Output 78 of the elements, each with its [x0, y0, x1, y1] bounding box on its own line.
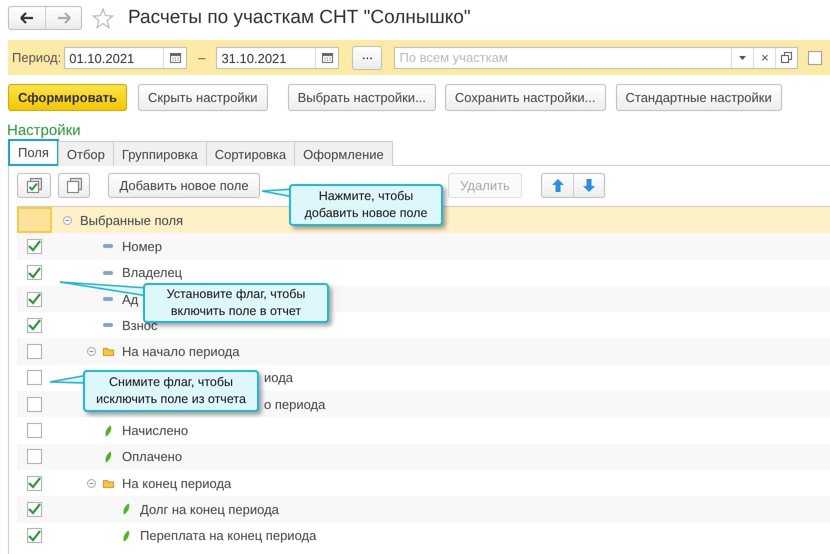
up-arrow-icon [552, 178, 564, 192]
leaf-icon [104, 424, 112, 437]
callout: Установите флаг, чтобы включить поле в отчет [143, 283, 329, 323]
section-title: Настройки [7, 122, 82, 139]
check-icon [28, 477, 41, 490]
checkbox[interactable] [27, 449, 42, 464]
checkbox[interactable] [27, 238, 42, 254]
collapse-icon[interactable] [86, 478, 96, 488]
leaf-icon [122, 530, 130, 542]
uncheck-all-icon [66, 178, 82, 192]
field-label: Период: [12, 50, 62, 65]
forward-arrow-icon [56, 12, 70, 24]
checkbox[interactable] [27, 292, 42, 307]
field-name[interactable]: Долг на конец периода [140, 502, 279, 517]
check-all-button[interactable] [17, 172, 51, 198]
collapse-icon[interactable] [86, 347, 96, 356]
tab[interactable]: Отбор [58, 141, 114, 166]
choose-period-button[interactable]: ... [352, 46, 382, 70]
folder-icon [102, 478, 114, 488]
plots-field[interactable]: По всем участкам × [394, 46, 798, 68]
checkbox[interactable] [27, 423, 42, 438]
check-icon [28, 503, 41, 516]
open-window-icon[interactable] [781, 52, 792, 63]
tab[interactable]: Оформление [294, 141, 393, 166]
field-icon [103, 323, 113, 328]
check-all-icon [26, 178, 42, 192]
window-title: Расчеты по участкам СНТ "Солнышко" [128, 7, 471, 29]
callout: Снимите флаг, чтобы исключить поле из отчета [83, 370, 259, 412]
checkbox[interactable] [27, 370, 42, 386]
check-icon [28, 319, 41, 332]
checkbox[interactable] [27, 344, 42, 360]
field-name[interactable]: Номер [122, 238, 162, 254]
checkbox[interactable] [27, 476, 42, 491]
tab[interactable]: Сортировка [206, 141, 296, 166]
field-name[interactable]: иода [264, 370, 294, 386]
tab[interactable]: Группировка [112, 141, 207, 166]
dropdown-caret-icon[interactable] [739, 56, 746, 60]
settings-button[interactable]: Сохранить настройки... [444, 84, 606, 111]
checkbox[interactable] [808, 50, 822, 64]
checkbox[interactable] [27, 502, 42, 517]
field-name[interactable]: Переплата на конец периода [140, 528, 316, 544]
checkbox[interactable] [27, 528, 42, 544]
star-icon[interactable] [92, 8, 114, 28]
generate-button[interactable]: Сформировать [8, 84, 128, 111]
checkbox[interactable] [27, 396, 42, 412]
callout: Нажмите, чтобы добавить новое поле [289, 184, 443, 226]
field-icon [103, 270, 113, 275]
field-name[interactable]: Оплачено [122, 449, 182, 464]
tab[interactable]: Поля [8, 139, 59, 166]
folder-icon [102, 347, 114, 356]
clear-button[interactable]: × [761, 50, 769, 65]
field-name[interactable]: о периода [264, 396, 326, 412]
check-icon [28, 530, 41, 542]
field-name[interactable]: Начислено [122, 423, 188, 438]
back-arrow-icon [20, 12, 34, 24]
group-label[interactable]: На конец периода [122, 476, 232, 491]
selection-cell [17, 207, 52, 234]
check-icon [28, 240, 41, 252]
group-label[interactable]: На начало периода [122, 344, 240, 360]
group-label[interactable]: Выбранные поля [80, 212, 184, 228]
leaf-icon [122, 503, 130, 516]
down-arrow-icon [583, 178, 595, 192]
check-icon [28, 266, 41, 279]
checkbox[interactable] [27, 318, 42, 333]
uncheck-all-button[interactable] [58, 172, 90, 198]
checkbox[interactable] [27, 265, 42, 280]
field-icon [103, 244, 113, 248]
settings-button[interactable]: Скрыть настройки [138, 84, 268, 111]
field-icon [103, 297, 113, 302]
add-field-button[interactable]: Добавить новое поле [108, 172, 260, 198]
collapse-icon[interactable] [62, 216, 72, 225]
range-dash: – [198, 50, 206, 65]
field-name[interactable]: Владелец [122, 265, 182, 280]
check-icon [28, 293, 41, 306]
field-name[interactable]: Ад [122, 292, 138, 307]
leaf-icon [104, 450, 112, 463]
settings-button[interactable]: Выбрать настройки... [288, 84, 436, 111]
settings-button[interactable]: Стандартные настройки [616, 84, 782, 111]
